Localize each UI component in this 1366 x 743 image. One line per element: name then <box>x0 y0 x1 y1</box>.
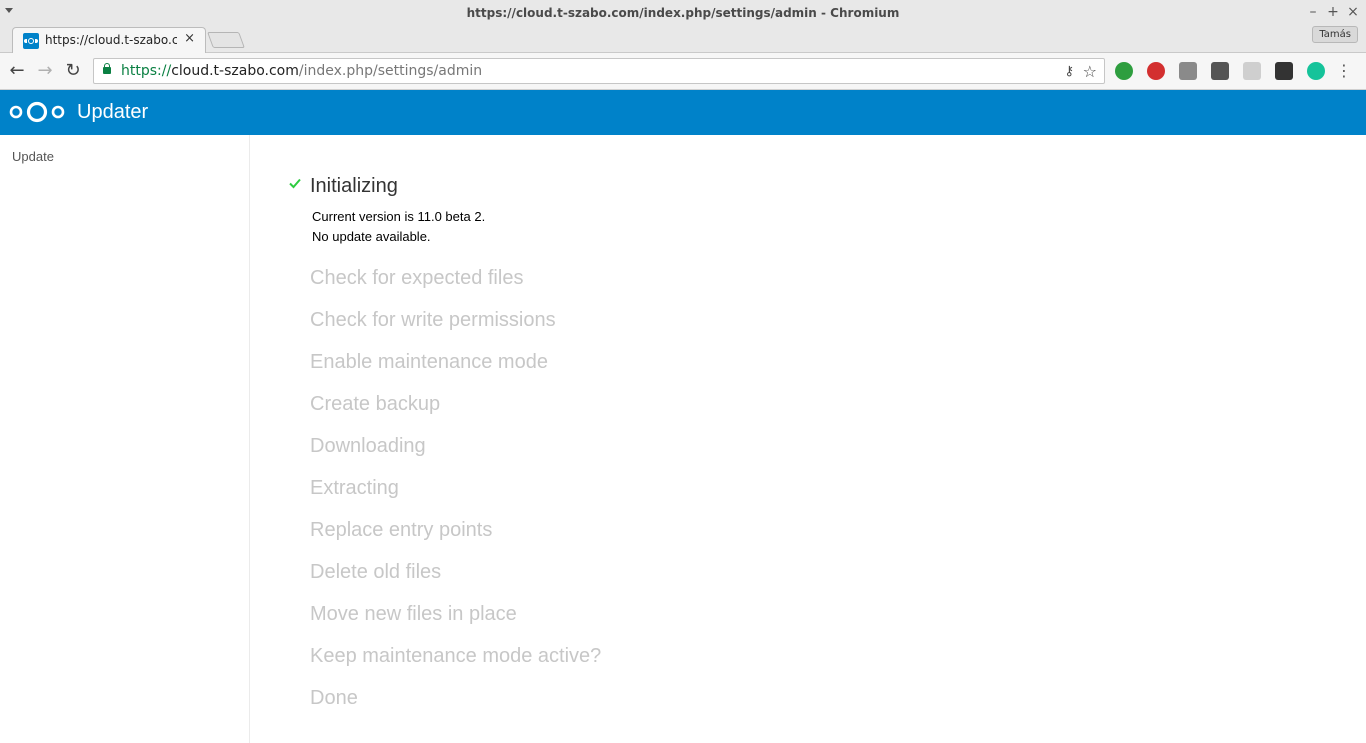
extension-glasses-icon[interactable] <box>1275 62 1293 80</box>
bookmark-star-icon[interactable]: ☆ <box>1083 62 1097 81</box>
browser-menu-icon[interactable]: ⋮ <box>1336 61 1352 81</box>
step-enable-maintenance: Enable maintenance mode <box>310 351 548 373</box>
sidebar-item-update[interactable]: Update <box>12 149 54 164</box>
url-scheme: https:// <box>121 63 172 79</box>
forward-button[interactable]: → <box>35 61 55 81</box>
extension-green-icon[interactable] <box>1115 62 1133 80</box>
address-bar[interactable]: https://cloud.t-szabo.com/index.php/sett… <box>93 58 1105 84</box>
tab-strip: https://cloud.t-szabo.com/index.php/sett… <box>0 26 1366 54</box>
url-host: cloud.t-szabo.com <box>171 63 299 79</box>
step-move-new-files: Move new files in place <box>310 603 517 625</box>
updater-main: Initializing Current version is 11.0 bet… <box>250 135 1366 743</box>
step-check-expected-files: Check for expected files <box>310 267 524 289</box>
back-button[interactable]: ← <box>7 61 27 81</box>
profile-button[interactable]: Tamás <box>1312 26 1358 43</box>
extension-gray-icon[interactable] <box>1179 62 1197 80</box>
window-titlebar: https://cloud.t-szabo.com/index.php/sett… <box>0 0 1366 26</box>
step-keep-maintenance: Keep maintenance mode active? <box>310 645 602 667</box>
secure-lock-icon[interactable] <box>103 63 111 74</box>
step-initializing: Initializing <box>310 175 398 197</box>
checkmark-icon <box>289 178 301 189</box>
app-title: Updater <box>77 101 149 123</box>
nextcloud-logo-icon[interactable] <box>8 100 66 124</box>
current-version-text: Current version is 11.0 beta 2. <box>312 209 486 224</box>
new-tab-button[interactable] <box>207 32 245 48</box>
close-window-button[interactable]: × <box>1344 3 1362 21</box>
step-extracting: Extracting <box>310 477 399 499</box>
step-replace-entry-points: Replace entry points <box>310 519 493 541</box>
url-path: /index.php/settings/admin <box>298 63 483 79</box>
key-icon[interactable]: ⚷ <box>1064 64 1074 79</box>
step-delete-old-files: Delete old files <box>310 561 442 583</box>
sidebar: Update <box>0 135 250 743</box>
nextcloud-favicon-icon <box>23 33 39 49</box>
tab-close-icon[interactable]: × <box>184 31 195 46</box>
extension-bulb-icon[interactable] <box>1211 62 1229 80</box>
extension-opera-icon[interactable] <box>1147 62 1165 80</box>
window-title: https://cloud.t-szabo.com/index.php/sett… <box>466 6 900 20</box>
reload-button[interactable]: ↻ <box>63 61 83 81</box>
address-url[interactable]: https://cloud.t-szabo.com/index.php/sett… <box>121 63 482 79</box>
minimize-button[interactable]: – <box>1304 3 1322 21</box>
extension-grammarly-icon[interactable] <box>1307 62 1325 80</box>
update-status-text: No update available. <box>312 229 431 244</box>
step-downloading: Downloading <box>310 435 426 457</box>
step-done: Done <box>310 687 358 709</box>
step-create-backup: Create backup <box>310 393 441 415</box>
extension-image-icon[interactable] <box>1243 62 1261 80</box>
step-check-write-permissions: Check for write permissions <box>310 309 556 331</box>
tab-title: https://cloud.t-szabo.com/index.php/sett… <box>45 33 177 47</box>
tab-admin-settings[interactable]: https://cloud.t-szabo.com/index.php/sett… <box>12 27 206 54</box>
browser-toolbar: ← → ↻ https://cloud.t-szabo.com/index.ph… <box>0 53 1366 90</box>
maximize-button[interactable]: + <box>1324 3 1342 21</box>
app-header: Updater <box>0 90 1366 135</box>
